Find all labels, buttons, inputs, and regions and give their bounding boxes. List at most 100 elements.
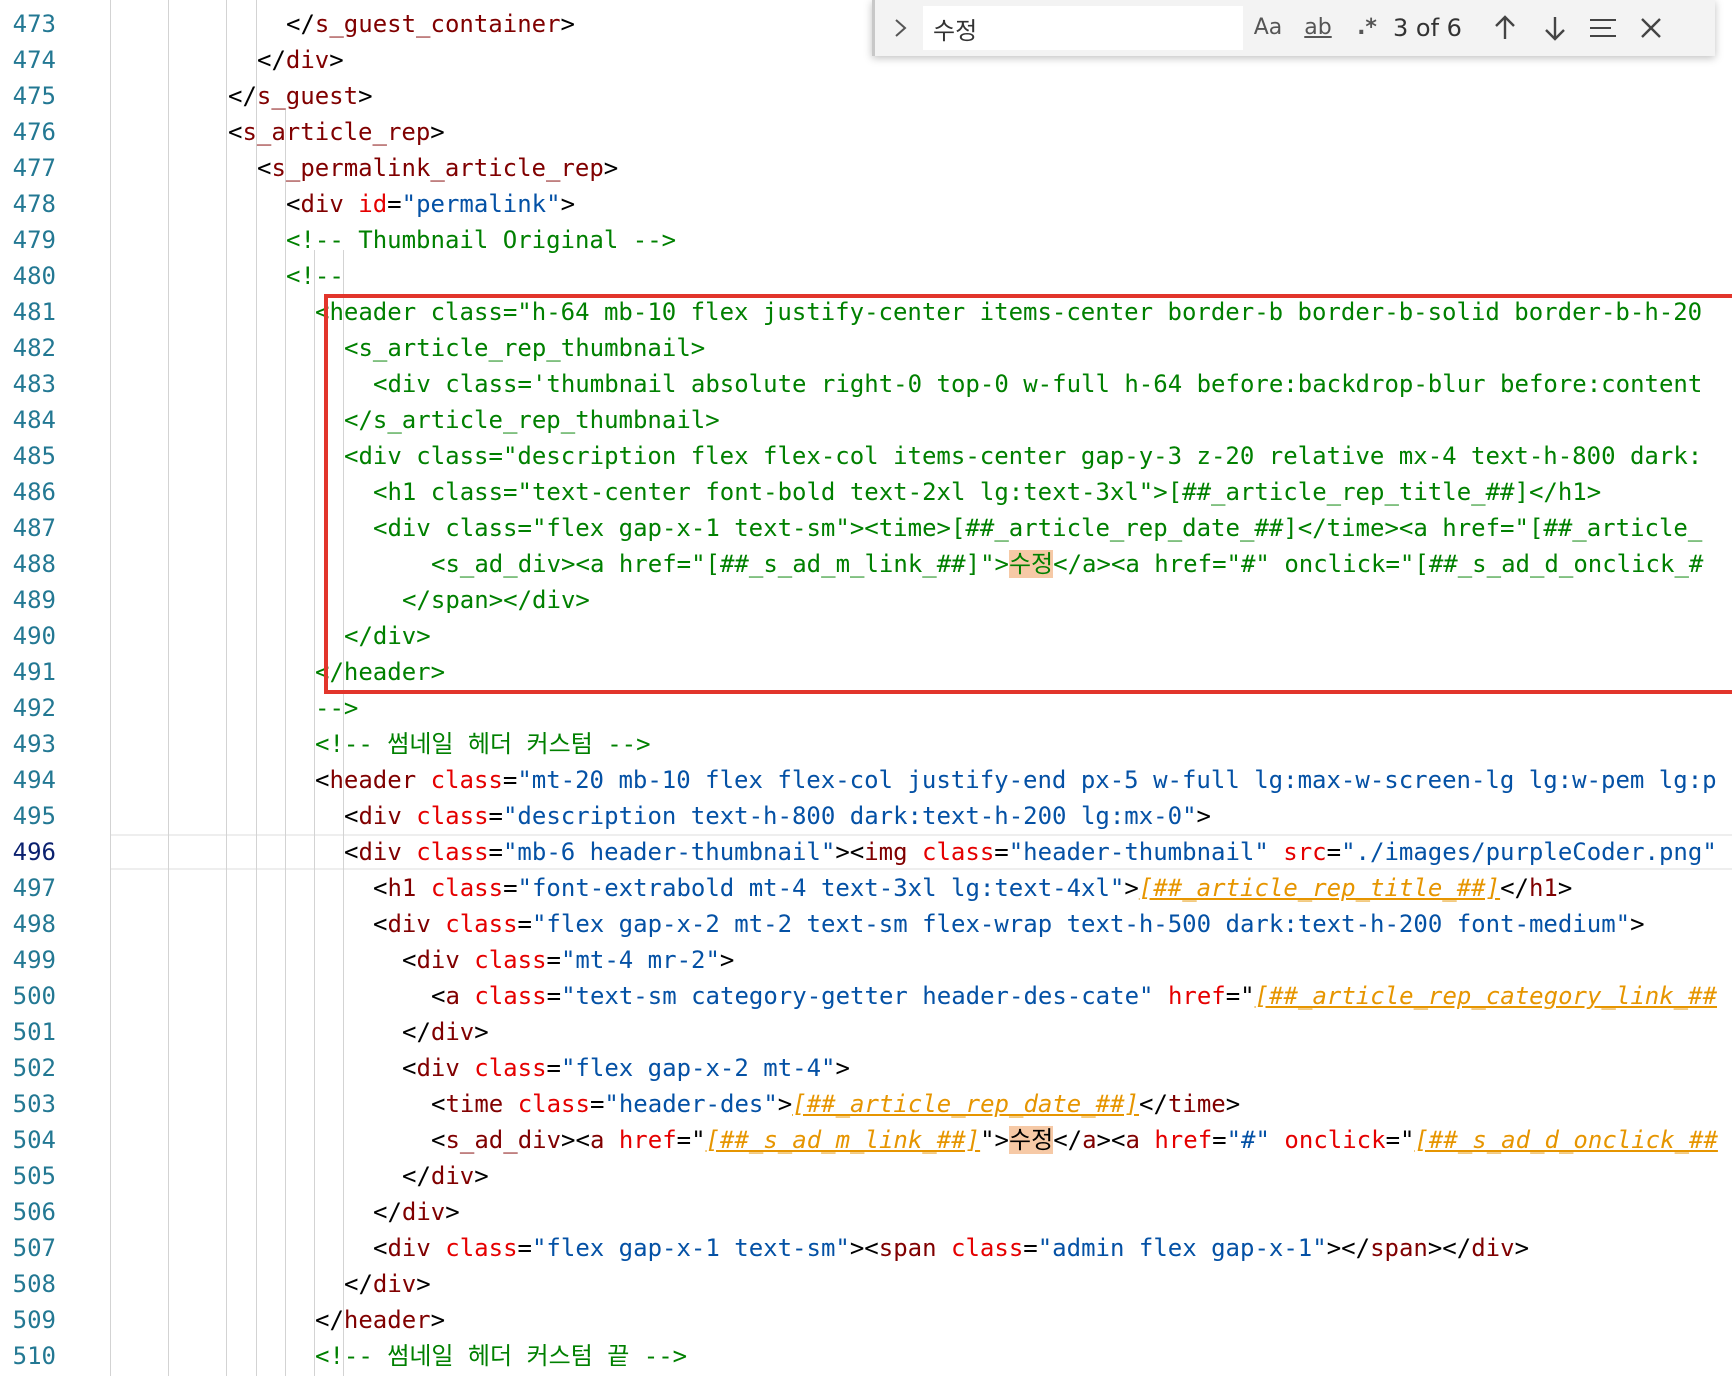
code-line[interactable]: <!-- 썸네일 헤더 커스텀 --> [315, 726, 651, 762]
code-line[interactable]: </header> [315, 1302, 445, 1338]
line-number: 501 [12, 1018, 56, 1046]
code-line[interactable]: </div> [402, 1014, 489, 1050]
code-line[interactable]: <div class='thumbnail absolute right-0 t… [373, 366, 1702, 402]
code-line[interactable]: <div class="mb-6 header-thumbnail"><img … [344, 834, 1717, 870]
line-number: 484 [12, 406, 56, 434]
code-token: class [416, 838, 489, 866]
previous-match-button[interactable] [1487, 10, 1523, 46]
code-line[interactable]: <s_article_rep> [228, 114, 445, 150]
code-line[interactable]: <div class="mt-4 mr-2"> [402, 942, 734, 978]
code-line[interactable]: </div> [344, 1266, 431, 1302]
code-line[interactable]: --> [315, 690, 358, 726]
code-token: div [416, 946, 460, 974]
code-line[interactable]: </s_article_rep_thumbnail> [344, 402, 720, 438]
code-line[interactable]: <h1 class="font-extrabold mt-4 text-3xl … [373, 870, 1572, 906]
code-token: h1 [1528, 874, 1558, 902]
code-token: < [402, 946, 417, 974]
code-line[interactable]: <div id="permalink"> [286, 186, 575, 222]
code-line[interactable]: <s_ad_div><a href="[##_s_ad_m_link_##]">… [431, 1122, 1718, 1158]
line-number: 478 [12, 190, 56, 218]
code-token: >< [1096, 1126, 1126, 1154]
code-token: </s_article_rep_thumbnail> [344, 406, 720, 434]
code-token: < [431, 1090, 446, 1118]
code-token: <s_ad_div><a href="[##_s_ad_m_link_##]"> [431, 550, 1009, 578]
code-token: <!-- 썸네일 헤더 커스텀 끝 --> [315, 1342, 688, 1370]
code-token: "description text-h-800 dark:text-h-200 … [502, 802, 1197, 830]
match-case-toggle[interactable]: Aa [1245, 12, 1291, 44]
code-editor[interactable]: 473 474 475 476 477 478 479 480 481 482 483 484 485 4… [0, 0, 1732, 1376]
code-token: "flex gap-x-2 mt-2 text-sm flex-wrap tex… [531, 910, 1631, 938]
code-token: = [387, 190, 402, 218]
code-token: =" [676, 1126, 706, 1154]
code-line[interactable]: <!-- [286, 258, 344, 294]
code-token: --> [315, 694, 359, 722]
code-line[interactable]: </header> [315, 654, 445, 690]
code-line[interactable]: <s_permalink_article_rep> [257, 150, 618, 186]
code-line[interactable]: <s_ad_div><a href="[##_s_ad_m_link_##]">… [431, 546, 1703, 582]
find-input[interactable] [923, 6, 1243, 50]
regex-toggle[interactable]: .* [1347, 12, 1387, 44]
code-line[interactable]: <header class="mt-20 mb-10 flex flex-col… [315, 762, 1717, 798]
code-token: = [1212, 1126, 1227, 1154]
code-token: </ [402, 1162, 431, 1190]
code-line[interactable]: <div class="description text-h-800 dark:… [344, 798, 1211, 834]
code-line[interactable]: <h1 class="text-center font-bold text-2x… [373, 474, 1601, 510]
code-token: </header> [315, 658, 446, 686]
indent-guide [314, 250, 315, 1376]
line-number: 509 [12, 1306, 56, 1334]
line-number: 480 [12, 262, 56, 290]
line-number: 491 [12, 658, 56, 686]
code-token: = [1023, 1234, 1038, 1262]
close-find-button[interactable] [1633, 10, 1669, 46]
code-line[interactable]: <!-- Thumbnail Original --> [286, 222, 676, 258]
code-line[interactable]: <time class="header-des">[##_article_rep… [431, 1086, 1240, 1122]
code-token: "flex gap-x-1 text-sm" [531, 1234, 850, 1262]
code-token: class [474, 982, 547, 1010]
code-token: <h1 class="text-center font-bold text-2x… [373, 478, 1602, 506]
match-count: 3 of 6 [1393, 14, 1462, 42]
code-line[interactable]: <a class="text-sm category-getter header… [431, 978, 1717, 1014]
code-token: div [430, 1162, 475, 1190]
code-line[interactable]: </s_guest_container> [286, 6, 575, 42]
code-line[interactable]: <header class="h-64 mb-10 flex justify-c… [315, 294, 1702, 330]
find-widget: Aa ab .* 3 of 6 [872, 0, 1715, 56]
code-line[interactable]: </div> [402, 1158, 489, 1194]
code-line[interactable]: </span></div> [402, 582, 590, 618]
line-number: 505 [12, 1162, 56, 1190]
code-line[interactable]: <div class="flex gap-x-1 text-sm"><span … [373, 1230, 1529, 1266]
code-token: < [228, 118, 243, 146]
code-line[interactable]: <div class="flex gap-x-2 mt-2 text-sm fl… [373, 906, 1645, 942]
code-token: < [315, 766, 330, 794]
code-line[interactable]: </div> [257, 42, 344, 78]
next-match-button[interactable] [1537, 10, 1573, 46]
find-in-selection-button[interactable] [1585, 10, 1621, 46]
line-number: 497 [12, 874, 56, 902]
arrow-up-icon [1495, 15, 1515, 39]
code-line[interactable]: <s_article_rep_thumbnail> [344, 330, 705, 366]
whole-word-toggle[interactable]: ab [1295, 12, 1341, 44]
chevron-right-icon[interactable] [889, 12, 913, 44]
code-token: [##_s_ad_d_onclick_## [1414, 1126, 1718, 1154]
code-line[interactable]: </div> [373, 1194, 460, 1230]
line-number: 503 [12, 1090, 56, 1118]
code-line[interactable]: <div class="description flex flex-col it… [344, 438, 1702, 474]
indent-guide [168, 0, 169, 1376]
line-number: 492 [12, 694, 56, 722]
code-token: > [430, 118, 445, 146]
code-token: [##_article_rep_title_##] [1138, 874, 1501, 902]
code-token: <s_article_rep_thumbnail> [344, 334, 706, 362]
code-token: < [431, 1126, 446, 1154]
code-token: < [431, 982, 446, 1010]
code-line[interactable]: <div class="flex gap-x-2 mt-4"> [402, 1050, 850, 1086]
code-token: = [546, 982, 562, 1010]
code-token: >< [849, 1234, 879, 1262]
code-line[interactable]: <!-- 썸네일 헤더 커스텀 끝 --> [315, 1338, 687, 1374]
code-line[interactable]: </s_guest> [228, 78, 373, 114]
code-line[interactable]: </div> [344, 618, 431, 654]
code-line[interactable]: <div class="flex gap-x-1 text-sm"><time>… [373, 510, 1702, 546]
indent-guide [110, 0, 111, 1376]
